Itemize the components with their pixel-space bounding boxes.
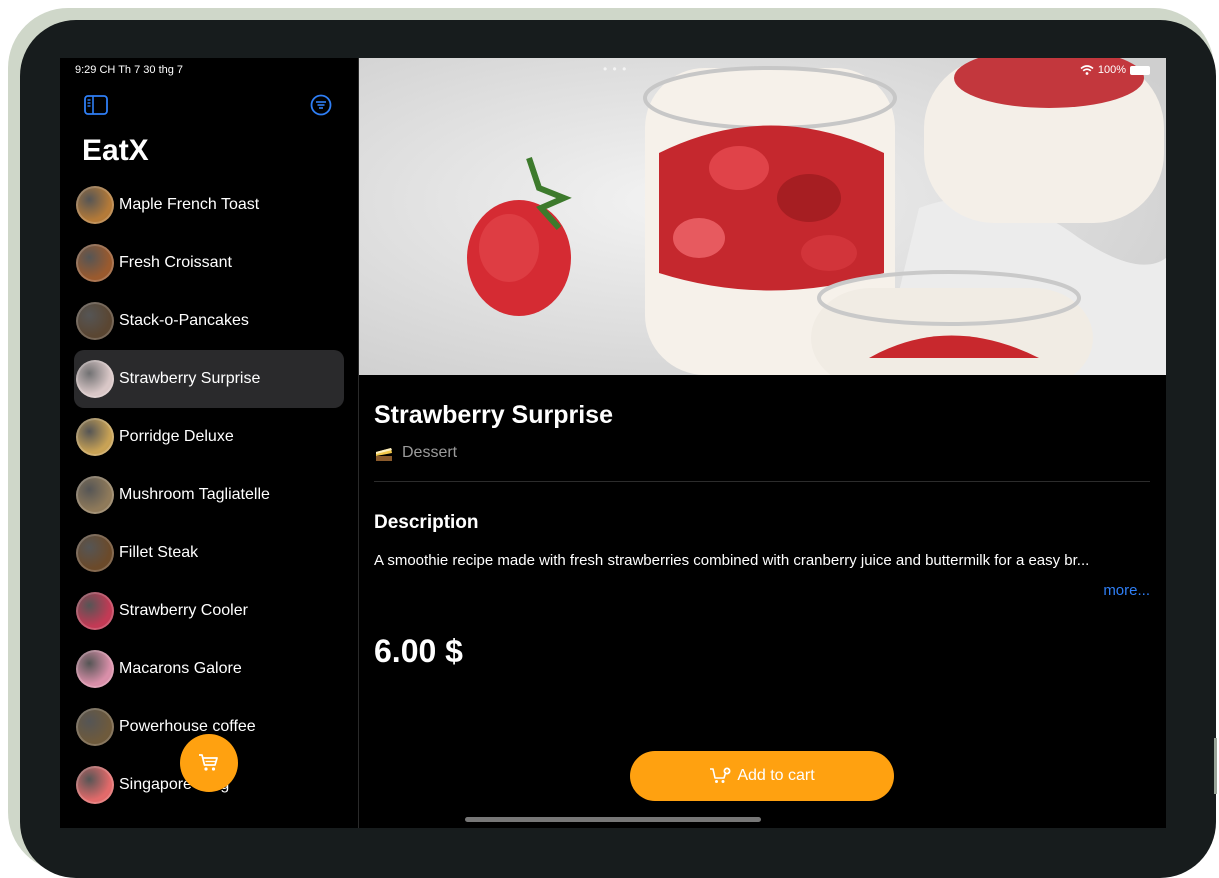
menu-item-mushroom-tagliatelle[interactable]: Mushroom Tagliatelle [74, 466, 344, 524]
menu-item-label: Porridge Deluxe [119, 428, 234, 445]
menu-item-macarons-galore[interactable]: Macarons Galore [74, 640, 344, 698]
food-thumbnail [76, 302, 114, 340]
hero-image [359, 58, 1166, 375]
food-thumbnail [76, 650, 114, 688]
battery-percent: 100% [1097, 64, 1126, 76]
food-thumbnail [76, 708, 114, 746]
food-thumbnail [76, 418, 114, 456]
category-row: Dessert [374, 444, 457, 462]
food-thumbnail [76, 534, 114, 572]
menu-item-porridge-deluxe[interactable]: Porridge Deluxe [74, 408, 344, 466]
detail-pane: Strawberry Surprise Dessert Description … [359, 58, 1166, 828]
menu-item-label: Maple French Toast [119, 196, 260, 213]
sidebar-toggle-button[interactable] [84, 95, 108, 120]
dessert-photo [359, 58, 1166, 375]
screen: 9:29 CH Th 7 30 thg 7 • • • 100% EatX Ma… [60, 58, 1166, 828]
home-indicator[interactable] [465, 817, 761, 822]
food-thumbnail [76, 766, 114, 804]
menu-item-fillet-steak[interactable]: Fillet Steak [74, 524, 344, 582]
cake-icon [376, 448, 392, 461]
status-right: 100% [1080, 64, 1150, 76]
app-title: EatX [82, 134, 149, 167]
add-to-cart-label: Add to cart [737, 767, 815, 784]
food-thumbnail [76, 592, 114, 630]
battery-icon [1130, 65, 1150, 75]
side-button [1214, 738, 1217, 794]
menu-item-label: Strawberry Cooler [119, 602, 248, 619]
menu-item-maple-french-toast[interactable]: Maple French Toast [74, 176, 344, 234]
menu-item-label: Fillet Steak [119, 544, 199, 561]
divider [374, 481, 1150, 482]
menu-list: Maple French Toast Fresh Croissant Stack… [74, 176, 344, 814]
menu-item-label: Stack-o-Pancakes [119, 312, 249, 329]
description-text: A smoothie recipe made with fresh strawb… [374, 552, 1090, 569]
more-link[interactable]: more... [1103, 582, 1150, 599]
description-heading: Description [374, 512, 479, 533]
menu-item-strawberry-cooler[interactable]: Strawberry Cooler [74, 582, 344, 640]
cart-icon [199, 754, 218, 771]
cart-add-icon [710, 767, 731, 783]
filter-icon [310, 94, 332, 116]
food-thumbnail [76, 360, 114, 398]
cart-fab-button[interactable] [180, 734, 238, 792]
menu-item-label: Powerhouse coffee [119, 718, 256, 735]
sidebar-toggle-icon [84, 95, 108, 115]
add-to-cart-button[interactable]: Add to cart [630, 751, 894, 801]
menu-item-stack-o-pancakes[interactable]: Stack-o-Pancakes [74, 292, 344, 350]
menu-item-label: Strawberry Surprise [119, 370, 261, 387]
menu-item-strawberry-surprise[interactable]: Strawberry Surprise [74, 350, 344, 408]
menu-item-fresh-croissant[interactable]: Fresh Croissant [74, 234, 344, 292]
sidebar: EatX Maple French Toast Fresh Croissant … [60, 58, 359, 828]
menu-item-label: Macarons Galore [119, 660, 242, 677]
status-bar: 9:29 CH Th 7 30 thg 7 • • • 100% [60, 58, 1166, 82]
food-thumbnail [76, 186, 114, 224]
multitask-dots[interactable]: • • • [603, 62, 627, 76]
food-thumbnail [76, 476, 114, 514]
wifi-icon [1080, 65, 1094, 75]
filter-button[interactable] [310, 94, 332, 121]
price: 6.00 $ [374, 633, 463, 669]
menu-item-label: Mushroom Tagliatelle [119, 486, 270, 503]
status-time: 9:29 CH Th 7 30 thg 7 [75, 64, 184, 76]
menu-item-label: Fresh Croissant [119, 254, 232, 271]
dish-title: Strawberry Surprise [374, 401, 613, 429]
food-thumbnail [76, 244, 114, 282]
category-label: Dessert [402, 444, 458, 461]
